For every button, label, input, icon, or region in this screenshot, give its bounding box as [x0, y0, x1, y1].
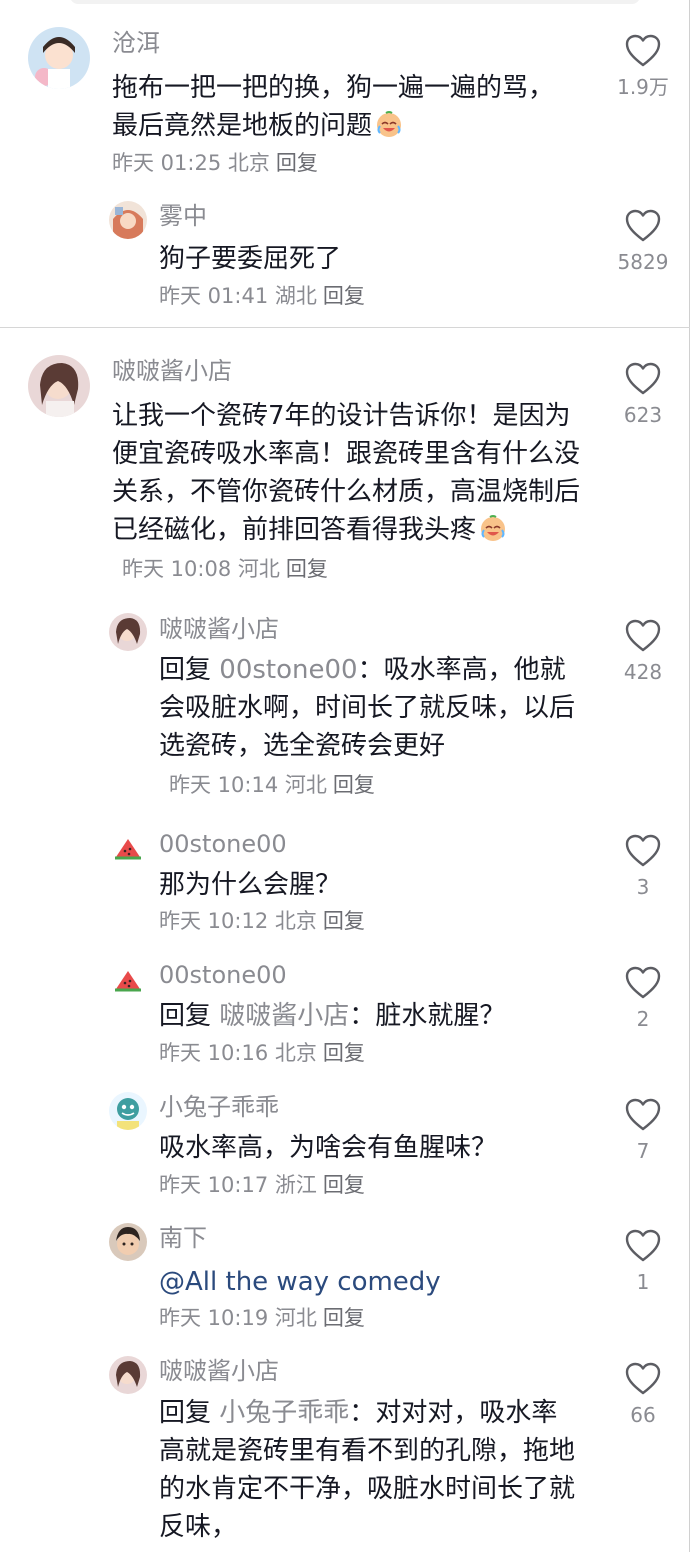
like-count: 1.9万 — [617, 75, 669, 99]
avatar[interactable] — [109, 1092, 147, 1130]
comment-meta: 昨天 10:08 河北 回复 — [122, 557, 328, 581]
reply-meta: 昨天 10:14 河北 回复 — [169, 773, 375, 797]
like-button[interactable]: 1.9万 — [598, 34, 688, 100]
reply-to-username[interactable]: 00stone00 — [219, 655, 357, 685]
like-count: 1 — [636, 1270, 650, 1294]
like-count: 428 — [623, 660, 663, 684]
reply-text: 回复 小兔子乖乖：对对对，吸水率高就是瓷砖里有看不到的孔隙，拖地的水肯定不干净，… — [159, 1398, 576, 1542]
reply-text: 狗子要委屈死了 — [159, 244, 342, 274]
avatar[interactable] — [28, 355, 90, 417]
reply-username[interactable]: 啵啵酱小店 — [159, 1356, 279, 1386]
top-edge — [0, 0, 690, 6]
comment-meta: 昨天 01:25 北京 回复 — [112, 151, 318, 175]
comment-username[interactable]: 啵啵酱小店 — [112, 356, 232, 386]
reply-to-username[interactable]: 啵啵酱小店 — [219, 1001, 349, 1031]
watermelon-icon — [115, 971, 141, 992]
avatar[interactable] — [109, 962, 147, 1000]
like-count: 5829 — [617, 250, 669, 274]
like-count: 7 — [636, 1139, 650, 1163]
reply-username[interactable]: 小兔子乖乖 — [159, 1092, 279, 1122]
avatar[interactable] — [109, 830, 147, 868]
like-button[interactable]: 428 — [598, 619, 688, 685]
reply-text: 吸水率高，为啥会有鱼腥味？ — [159, 1133, 498, 1163]
crying-laughing-emoji-icon — [481, 515, 506, 541]
heart-outline-icon — [625, 1098, 661, 1131]
heart-outline-icon — [625, 34, 661, 67]
reply-to-username[interactable]: 小兔子乖乖 — [219, 1398, 349, 1428]
avatar[interactable] — [109, 1223, 147, 1261]
avatar[interactable] — [109, 201, 147, 239]
comment-text: 让我一个瓷砖7年的设计告诉你！是因为便宜瓷砖吸水率高！跟瓷砖里含有什么没关系，不… — [112, 401, 581, 581]
avatar[interactable] — [109, 613, 147, 651]
like-count: 2 — [636, 1007, 650, 1031]
heart-outline-icon — [625, 619, 661, 652]
like-count: 66 — [630, 1403, 656, 1427]
reply-username[interactable]: 啵啵酱小店 — [159, 614, 279, 644]
crying-laughing-emoji-icon — [377, 111, 402, 137]
reply-button[interactable]: 回复 — [323, 284, 365, 308]
reply-button[interactable]: 回复 — [333, 773, 375, 797]
reply-meta: 昨天 10:17 浙江 回复 — [159, 1173, 365, 1197]
like-button[interactable]: 5829 — [598, 209, 688, 275]
reply-username[interactable]: 南下 — [159, 1223, 207, 1253]
like-button[interactable]: 7 — [598, 1098, 688, 1164]
heart-outline-icon — [625, 834, 661, 867]
heart-outline-icon — [625, 966, 661, 999]
like-button[interactable]: 3 — [598, 834, 688, 900]
reply-text: 那为什么会腥？ — [159, 870, 342, 900]
reply-username[interactable]: 00stone00 — [159, 829, 287, 859]
comment-username[interactable]: 沧洱 — [112, 28, 160, 58]
reply-username[interactable]: 00stone00 — [159, 960, 287, 990]
reply-meta: 昨天 10:16 北京 回复 — [159, 1041, 365, 1065]
avatar[interactable] — [28, 27, 90, 89]
watermelon-icon — [115, 839, 141, 860]
mention-link[interactable]: @All the way comedy — [159, 1263, 579, 1301]
reply-button[interactable]: 回复 — [286, 557, 328, 581]
like-button[interactable]: 623 — [598, 362, 688, 428]
heart-outline-icon — [625, 209, 661, 242]
heart-outline-icon — [625, 362, 661, 395]
reply-button[interactable]: 回复 — [276, 151, 318, 175]
reply-text: 回复 啵啵酱小店：脏水就腥？ — [159, 1001, 506, 1031]
like-button[interactable]: 66 — [598, 1362, 688, 1428]
heart-outline-icon — [625, 1229, 661, 1262]
comment-text: 拖布一把一把的换，狗一遍一遍的骂，最后竟然是地板的问题 — [112, 73, 555, 141]
comment-divider — [0, 327, 690, 328]
avatar[interactable] — [109, 1356, 147, 1394]
reply-button[interactable]: 回复 — [323, 1173, 365, 1197]
like-button[interactable]: 1 — [598, 1229, 688, 1295]
reply-button[interactable]: 回复 — [323, 1041, 365, 1065]
like-count: 3 — [636, 875, 650, 899]
reply-text: 回复 00stone00：吸水率高，他就会吸脏水啊，时间长了就反味，以后选瓷砖，… — [159, 655, 576, 797]
like-count: 623 — [623, 403, 663, 427]
like-button[interactable]: 2 — [598, 966, 688, 1032]
reply-button[interactable]: 回复 — [323, 909, 365, 933]
reply-button[interactable]: 回复 — [323, 1306, 365, 1330]
reply-meta: 昨天 10:12 北京 回复 — [159, 909, 365, 933]
reply-username[interactable]: 雾中 — [159, 201, 207, 231]
reply-meta: 昨天 01:41 湖北 回复 — [159, 284, 365, 308]
reply-meta: 昨天 10:19 河北 回复 — [159, 1306, 365, 1330]
heart-outline-icon — [625, 1362, 661, 1395]
